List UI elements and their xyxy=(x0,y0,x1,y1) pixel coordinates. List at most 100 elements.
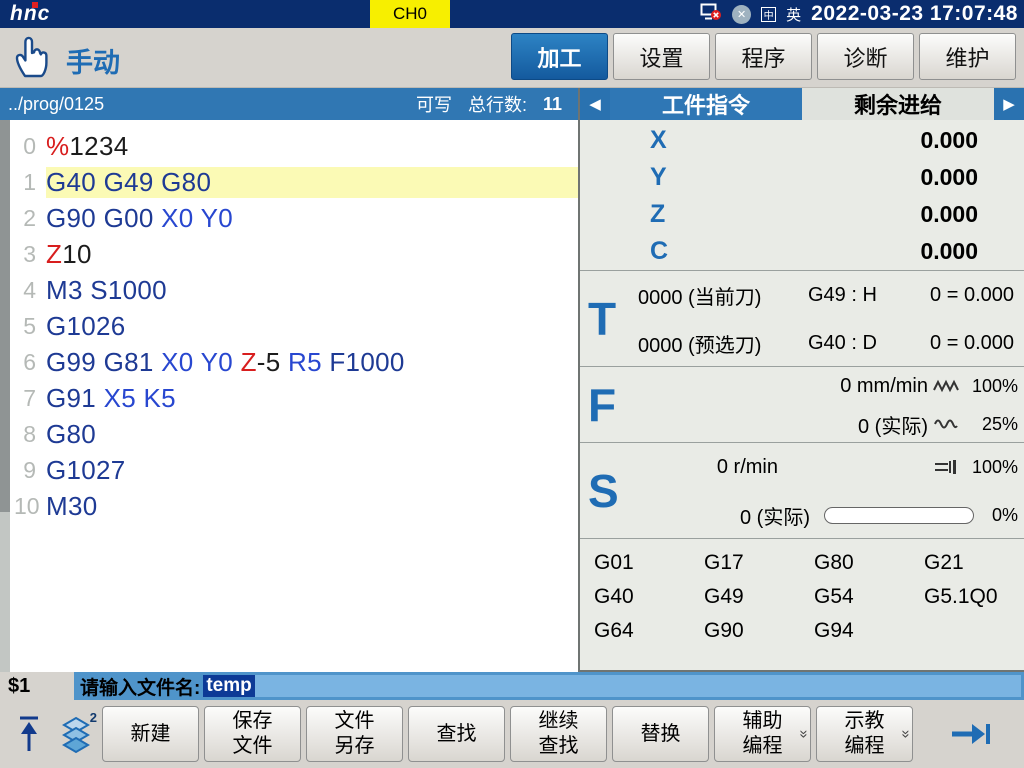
spindle-load-bar xyxy=(824,507,974,524)
mode-label: 手动 xyxy=(66,41,120,80)
softkey-继续查找[interactable]: 继续查找 xyxy=(510,706,607,762)
tab-维护[interactable]: 维护 xyxy=(919,33,1016,80)
softkey-查找[interactable]: 查找 xyxy=(408,706,505,762)
command-strip: 请输入文件名: temp xyxy=(74,672,1024,700)
softkey-bar: 2 新建保存文件文件另存查找继续查找替换辅助编程»示教编程» xyxy=(0,700,1024,768)
file-path: ../prog/0125 xyxy=(8,94,104,115)
tab-诊断[interactable]: 诊断 xyxy=(817,33,914,80)
scrollbar-thumb[interactable] xyxy=(0,120,10,512)
topbar: hnc CH0 ✕ 中 英 2022-03-23 17:07:48 xyxy=(0,0,1024,28)
softkey-文件另存[interactable]: 文件另存 xyxy=(306,706,403,762)
axis-name: Z xyxy=(650,200,665,229)
line-text: G80 xyxy=(46,419,578,450)
softkey-辅助编程[interactable]: 辅助编程» xyxy=(714,706,811,762)
feed-programmed-value: 0 mm/min xyxy=(840,375,928,398)
gcode-cell: G40 xyxy=(594,585,704,615)
spindle-rows: 0 r/min 100% 0 (实际) 0% xyxy=(638,443,1024,539)
filename-input[interactable]: temp xyxy=(203,675,1021,697)
language-label[interactable]: 英 xyxy=(786,4,801,25)
tab-程序[interactable]: 程序 xyxy=(715,33,812,80)
line-text: G40 G49 G80 xyxy=(46,167,578,198)
gcode-cell: G54 xyxy=(814,585,924,615)
editor-header: ../prog/0125 可写 总行数: 11 xyxy=(0,88,578,120)
tool-section: T 0000 (当前刀)G49 : H0 = 0.0000000 (预选刀)G4… xyxy=(580,270,1024,366)
code-line[interactable]: 2G90 G00 X0 Y0 xyxy=(14,200,578,236)
gcode-grid: G01G17G80G21G40G49G54G5.1Q0G64G90G94 xyxy=(580,538,1024,670)
feed-actual-value: 0 (实际) xyxy=(858,410,928,439)
tab-加工[interactable]: 加工 xyxy=(511,33,608,80)
softkey-新建[interactable]: 新建 xyxy=(102,706,199,762)
gcode-cell: G5.1Q0 xyxy=(924,585,1024,615)
total-lines-label: 总行数: xyxy=(468,91,527,117)
feed-letter: F xyxy=(588,378,616,432)
spindle-section: S 0 r/min 100% 0 (实际) 0% xyxy=(580,442,1024,538)
code-line[interactable]: 10M30 xyxy=(14,488,578,524)
code-line[interactable]: 3Z10 xyxy=(14,236,578,272)
axis-value: 0.000 xyxy=(920,201,978,228)
feed-actual-override: 25% xyxy=(964,414,1018,435)
return-top-icon[interactable] xyxy=(8,706,50,762)
channel-label: $1 xyxy=(0,675,74,698)
softkey-page-indicator-icon[interactable]: 2 xyxy=(55,706,97,762)
code-line[interactable]: 8G80 xyxy=(14,416,578,452)
writable-status: 可写 xyxy=(416,91,452,117)
spindle-actual-row: 0 (实际) 0% xyxy=(638,491,1024,539)
feed-rows: 0 mm/min 100% 0 (实际) 25% xyxy=(638,367,1024,443)
feed-section: F 0 mm/min 100% 0 (实际) 25% xyxy=(580,366,1024,442)
tool-compensation: G49 : H xyxy=(808,284,924,307)
topbar-right-cluster: ✕ 中 英 2022-03-23 17:07:48 xyxy=(700,2,1024,26)
softkeys: 新建保存文件文件另存查找继续查找替换辅助编程»示教编程» xyxy=(102,706,913,762)
next-panel-arrow[interactable]: ▶ xyxy=(994,88,1024,120)
gcode-cell: G64 xyxy=(594,619,704,649)
code-line[interactable]: 1G40 G49 G80 xyxy=(14,164,578,200)
editor-header-info: 可写 总行数: 11 xyxy=(416,91,562,117)
axis-row-Z: Z 0.000 xyxy=(580,196,1024,233)
line-text: G99 G81 X0 Y0 Z-5 R5 F1000 xyxy=(46,347,578,378)
spindle-letter: S xyxy=(588,464,619,518)
feed-override-icon xyxy=(928,379,964,393)
feed-override-value: 100% xyxy=(964,376,1018,397)
manual-mode-hand-icon xyxy=(12,34,52,85)
axes: X0.000Y0.000Z0.000C0.000 xyxy=(580,120,1024,270)
gcode-cell: G17 xyxy=(704,551,814,581)
code-line[interactable]: 7G91 X5 K5 xyxy=(14,380,578,416)
softkey-label: 文件 xyxy=(233,734,273,759)
code-line[interactable]: 6G99 G81 X0 Y0 Z-5 R5 F1000 xyxy=(14,344,578,380)
filename-value[interactable]: temp xyxy=(203,675,254,697)
navbar: 手动 加工设置程序诊断维护 xyxy=(0,28,1024,88)
code-line[interactable]: 9G1027 xyxy=(14,452,578,488)
gcode-cell xyxy=(924,619,1024,649)
tool-number: 0000 (当前刀) xyxy=(638,281,808,310)
softkey-保存文件[interactable]: 保存文件 xyxy=(204,706,301,762)
softkey-替换[interactable]: 替换 xyxy=(612,706,709,762)
nav-tabs: 加工设置程序诊断维护 xyxy=(511,33,1016,80)
softkey-示教编程[interactable]: 示教编程» xyxy=(816,706,913,762)
tab-remaining-feed[interactable]: 剩余进给 xyxy=(802,88,994,120)
softkey-label: 辅助 xyxy=(743,709,783,734)
softkey-label: 查找 xyxy=(539,734,579,759)
network-error-icon xyxy=(700,3,722,26)
line-number: 9 xyxy=(14,457,46,484)
next-softkey-page-icon[interactable] xyxy=(924,706,1016,762)
softkey-label: 示教 xyxy=(845,709,885,734)
line-number: 1 xyxy=(14,169,46,196)
code-line[interactable]: 0%1234 xyxy=(14,128,578,164)
line-text: M30 xyxy=(46,491,578,522)
total-lines-value: 11 xyxy=(543,94,562,115)
editor-scrollbar[interactable] xyxy=(0,120,10,672)
axis-name: X xyxy=(650,126,667,155)
status-header: ◀ 工件指令 剩余进给 ▶ xyxy=(580,88,1024,120)
hnc-cnc-screen: hnc CH0 ✕ 中 英 2022-03-23 17:07:48 xyxy=(0,0,1024,768)
softkey-label: 文件 xyxy=(335,709,375,734)
language-icon[interactable]: 中 xyxy=(761,7,776,22)
prev-panel-arrow[interactable]: ◀ xyxy=(580,88,610,120)
axis-row-X: X0.000 xyxy=(580,122,1024,159)
brand-logo: hnc xyxy=(10,2,56,26)
gcode-cell: G21 xyxy=(924,551,1024,581)
tab-workpiece-command[interactable]: 工件指令 xyxy=(610,88,802,120)
code-line[interactable]: 4M3 S1000 xyxy=(14,272,578,308)
code-line[interactable]: 5G1026 xyxy=(14,308,578,344)
line-text: G90 G00 X0 Y0 xyxy=(46,203,578,234)
close-icon[interactable]: ✕ xyxy=(732,5,751,24)
tab-设置[interactable]: 设置 xyxy=(613,33,710,80)
